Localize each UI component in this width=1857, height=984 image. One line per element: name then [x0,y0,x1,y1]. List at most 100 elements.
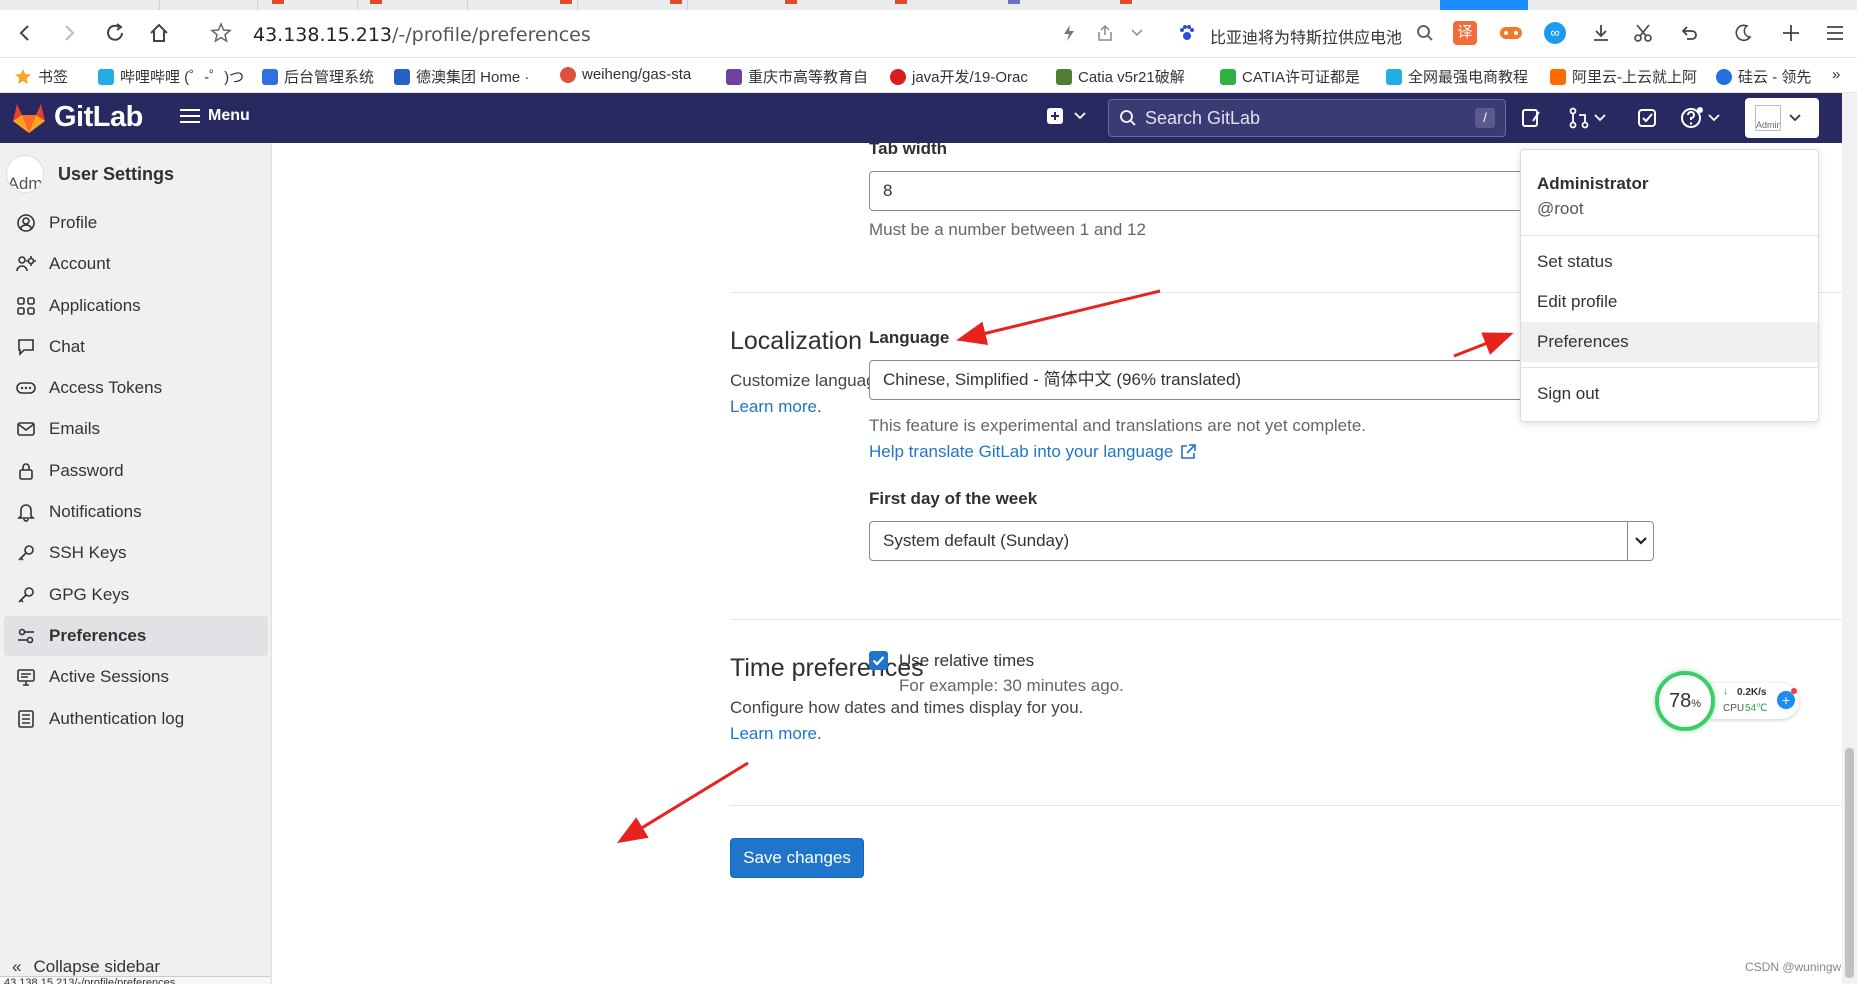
time-preferences-learn-more-link[interactable]: Learn more [730,724,817,743]
chevron-down-icon[interactable] [1122,18,1152,48]
notification-dot [1791,688,1797,694]
sidebar-item-active-sessions[interactable]: Active Sessions [4,657,268,697]
bookmark-item[interactable]: 阿里云-上云就上阿 [1550,66,1697,87]
dropdown-item-sign-out[interactable]: Sign out [1521,374,1818,414]
relative-times-label[interactable]: Use relative times [899,651,1034,671]
status-bar-url: 43.138.15.213/-/profile/preferences [0,976,270,984]
bookmark-item[interactable]: 全网最强电商教程 [1386,66,1528,87]
browser-tab[interactable] [468,0,578,10]
bookmarks-overflow-icon[interactable]: » [1832,66,1840,83]
bookmark-item[interactable]: CATIA许可证都是 [1220,66,1360,87]
browser-tab[interactable] [258,0,358,10]
dropdown-user-name[interactable]: Administrator [1537,174,1648,194]
moon-icon[interactable] [1728,18,1758,48]
save-changes-button[interactable]: Save changes [730,838,864,878]
bookmark-item[interactable]: weiheng/gas-sta [560,66,691,83]
todos-icon[interactable] [1636,105,1658,131]
url-text[interactable]: 43.138.15.213/-/profile/preferences [253,24,591,46]
translate-link-text: Help translate GitLab into your language [869,442,1174,461]
bookmark-item[interactable]: 书签 [14,66,68,87]
sidebar-item-chat[interactable]: Chat [4,327,268,367]
localization-learn-more-link[interactable]: Learn more [730,397,817,416]
translate-link[interactable]: Help translate GitLab into your language [869,442,1197,462]
new-item-dropdown[interactable] [1046,107,1086,125]
game-icon[interactable] [1496,18,1526,48]
home-icon[interactable] [144,18,174,48]
user-menu-button[interactable]: Administ [1745,98,1819,138]
monitor-icon [17,669,35,687]
collapse-sidebar-button[interactable]: « Collapse sidebar [12,957,160,977]
translate-icon[interactable]: 译 [1450,18,1480,48]
dropdown-item-set-status[interactable]: Set status [1521,242,1818,282]
browser-tab[interactable] [160,0,258,10]
sidebar-item-notifications[interactable]: Notifications [4,492,268,532]
cpu-monitor-widget[interactable]: ↓ 0.2K/s CPU 54℃ + 78% [1655,671,1803,731]
bookmark-favicon-icon [560,66,576,83]
menu-button[interactable]: Menu [180,107,250,125]
browser-tab-active[interactable] [1440,0,1528,10]
sidebar-item-profile[interactable]: Profile [4,203,268,243]
preferences-icon [18,628,34,644]
search-news-text[interactable]: 比亚迪将为特斯拉供应电池 [1210,24,1402,48]
gitlab-logo[interactable]: GitLab [12,101,143,134]
sidebar-item-label: Password [49,460,124,480]
sidebar-item-password[interactable]: Password [4,451,268,491]
infinity-icon[interactable]: ∞ [1540,18,1570,48]
reload-icon[interactable] [100,18,130,48]
scrollbar-thumb[interactable] [1845,748,1854,978]
issues-icon[interactable] [1520,105,1542,131]
browser-tab[interactable] [578,0,688,10]
sidebar-header[interactable]: Adm User Settings [6,155,174,193]
merge-requests-icon[interactable] [1568,105,1606,131]
sidebar-item-authentication-log[interactable]: Authentication log [4,699,268,739]
forward-icon[interactable] [54,18,84,48]
relative-times-checkbox[interactable] [869,651,888,670]
gitlab-header: GitLab Menu Search GitLab / Administ [0,93,1857,143]
sidebar-item-preferences[interactable]: Preferences [4,615,268,656]
bookmark-label: CATIA许可证都是 [1242,69,1361,86]
period-text: . [816,724,822,743]
bookmark-item[interactable]: java开发/19-Orac [890,66,1028,87]
new-tab-icon[interactable] [1776,18,1806,48]
account-icon [16,256,36,272]
page-scrollbar[interactable] [1842,93,1857,984]
share-icon[interactable] [1090,18,1120,48]
external-link-icon [1181,444,1197,459]
dropdown-item-edit-profile[interactable]: Edit profile [1521,282,1818,322]
sidebar-item-access-tokens[interactable]: Access Tokens [4,368,268,408]
first-day-select[interactable]: System default (Sunday) [869,521,1654,561]
help-icon[interactable] [1680,105,1720,131]
key-icon [18,545,34,561]
star-icon[interactable] [206,18,236,48]
chevron-down-icon [1789,114,1801,122]
sidebar-item-applications[interactable]: Applications [4,286,268,326]
bookmark-label: 书签 [38,69,69,86]
lightning-icon[interactable] [1054,18,1084,48]
hamburger-icon[interactable] [1820,18,1850,48]
undo-icon[interactable] [1674,18,1704,48]
browser-tab[interactable] [358,0,468,10]
bookmark-item[interactable]: 德澳集团 Home · [394,66,529,87]
download-icon[interactable] [1586,18,1616,48]
paw-icon[interactable] [1172,18,1202,48]
sidebar-item-gpg-keys[interactable]: GPG Keys [4,575,268,615]
sidebar-item-emails[interactable]: Emails [4,409,268,449]
dropdown-item-preferences[interactable]: Preferences [1521,322,1818,362]
bookmark-item[interactable]: 后台管理系统 [262,66,374,87]
dropdown-username[interactable]: @root [1537,199,1584,219]
search-input[interactable]: Search GitLab / [1108,99,1506,137]
scissors-icon[interactable] [1628,18,1658,48]
sidebar-item-ssh-keys[interactable]: SSH Keys [4,533,268,573]
sidebar-item-account[interactable]: Account [4,244,268,284]
browser-tab[interactable] [0,0,160,10]
back-icon[interactable] [10,18,40,48]
experimental-note: This feature is experimental and transla… [869,416,1367,435]
search-icon[interactable] [1410,18,1440,48]
gitlab-logo-text: GitLab [54,101,143,133]
bookmark-item[interactable]: 硅云 - 领先 [1716,66,1811,87]
sidebar-nav: Profile Account Applications Chat Access… [4,203,268,740]
bookmark-item[interactable]: 重庆市高等教育自 [726,66,868,87]
period-text: . [816,397,822,416]
bookmark-item[interactable]: 哔哩哔哩 (゜-゜)つ [98,66,244,87]
bookmark-item[interactable]: Catia v5r21破解 [1056,66,1185,87]
